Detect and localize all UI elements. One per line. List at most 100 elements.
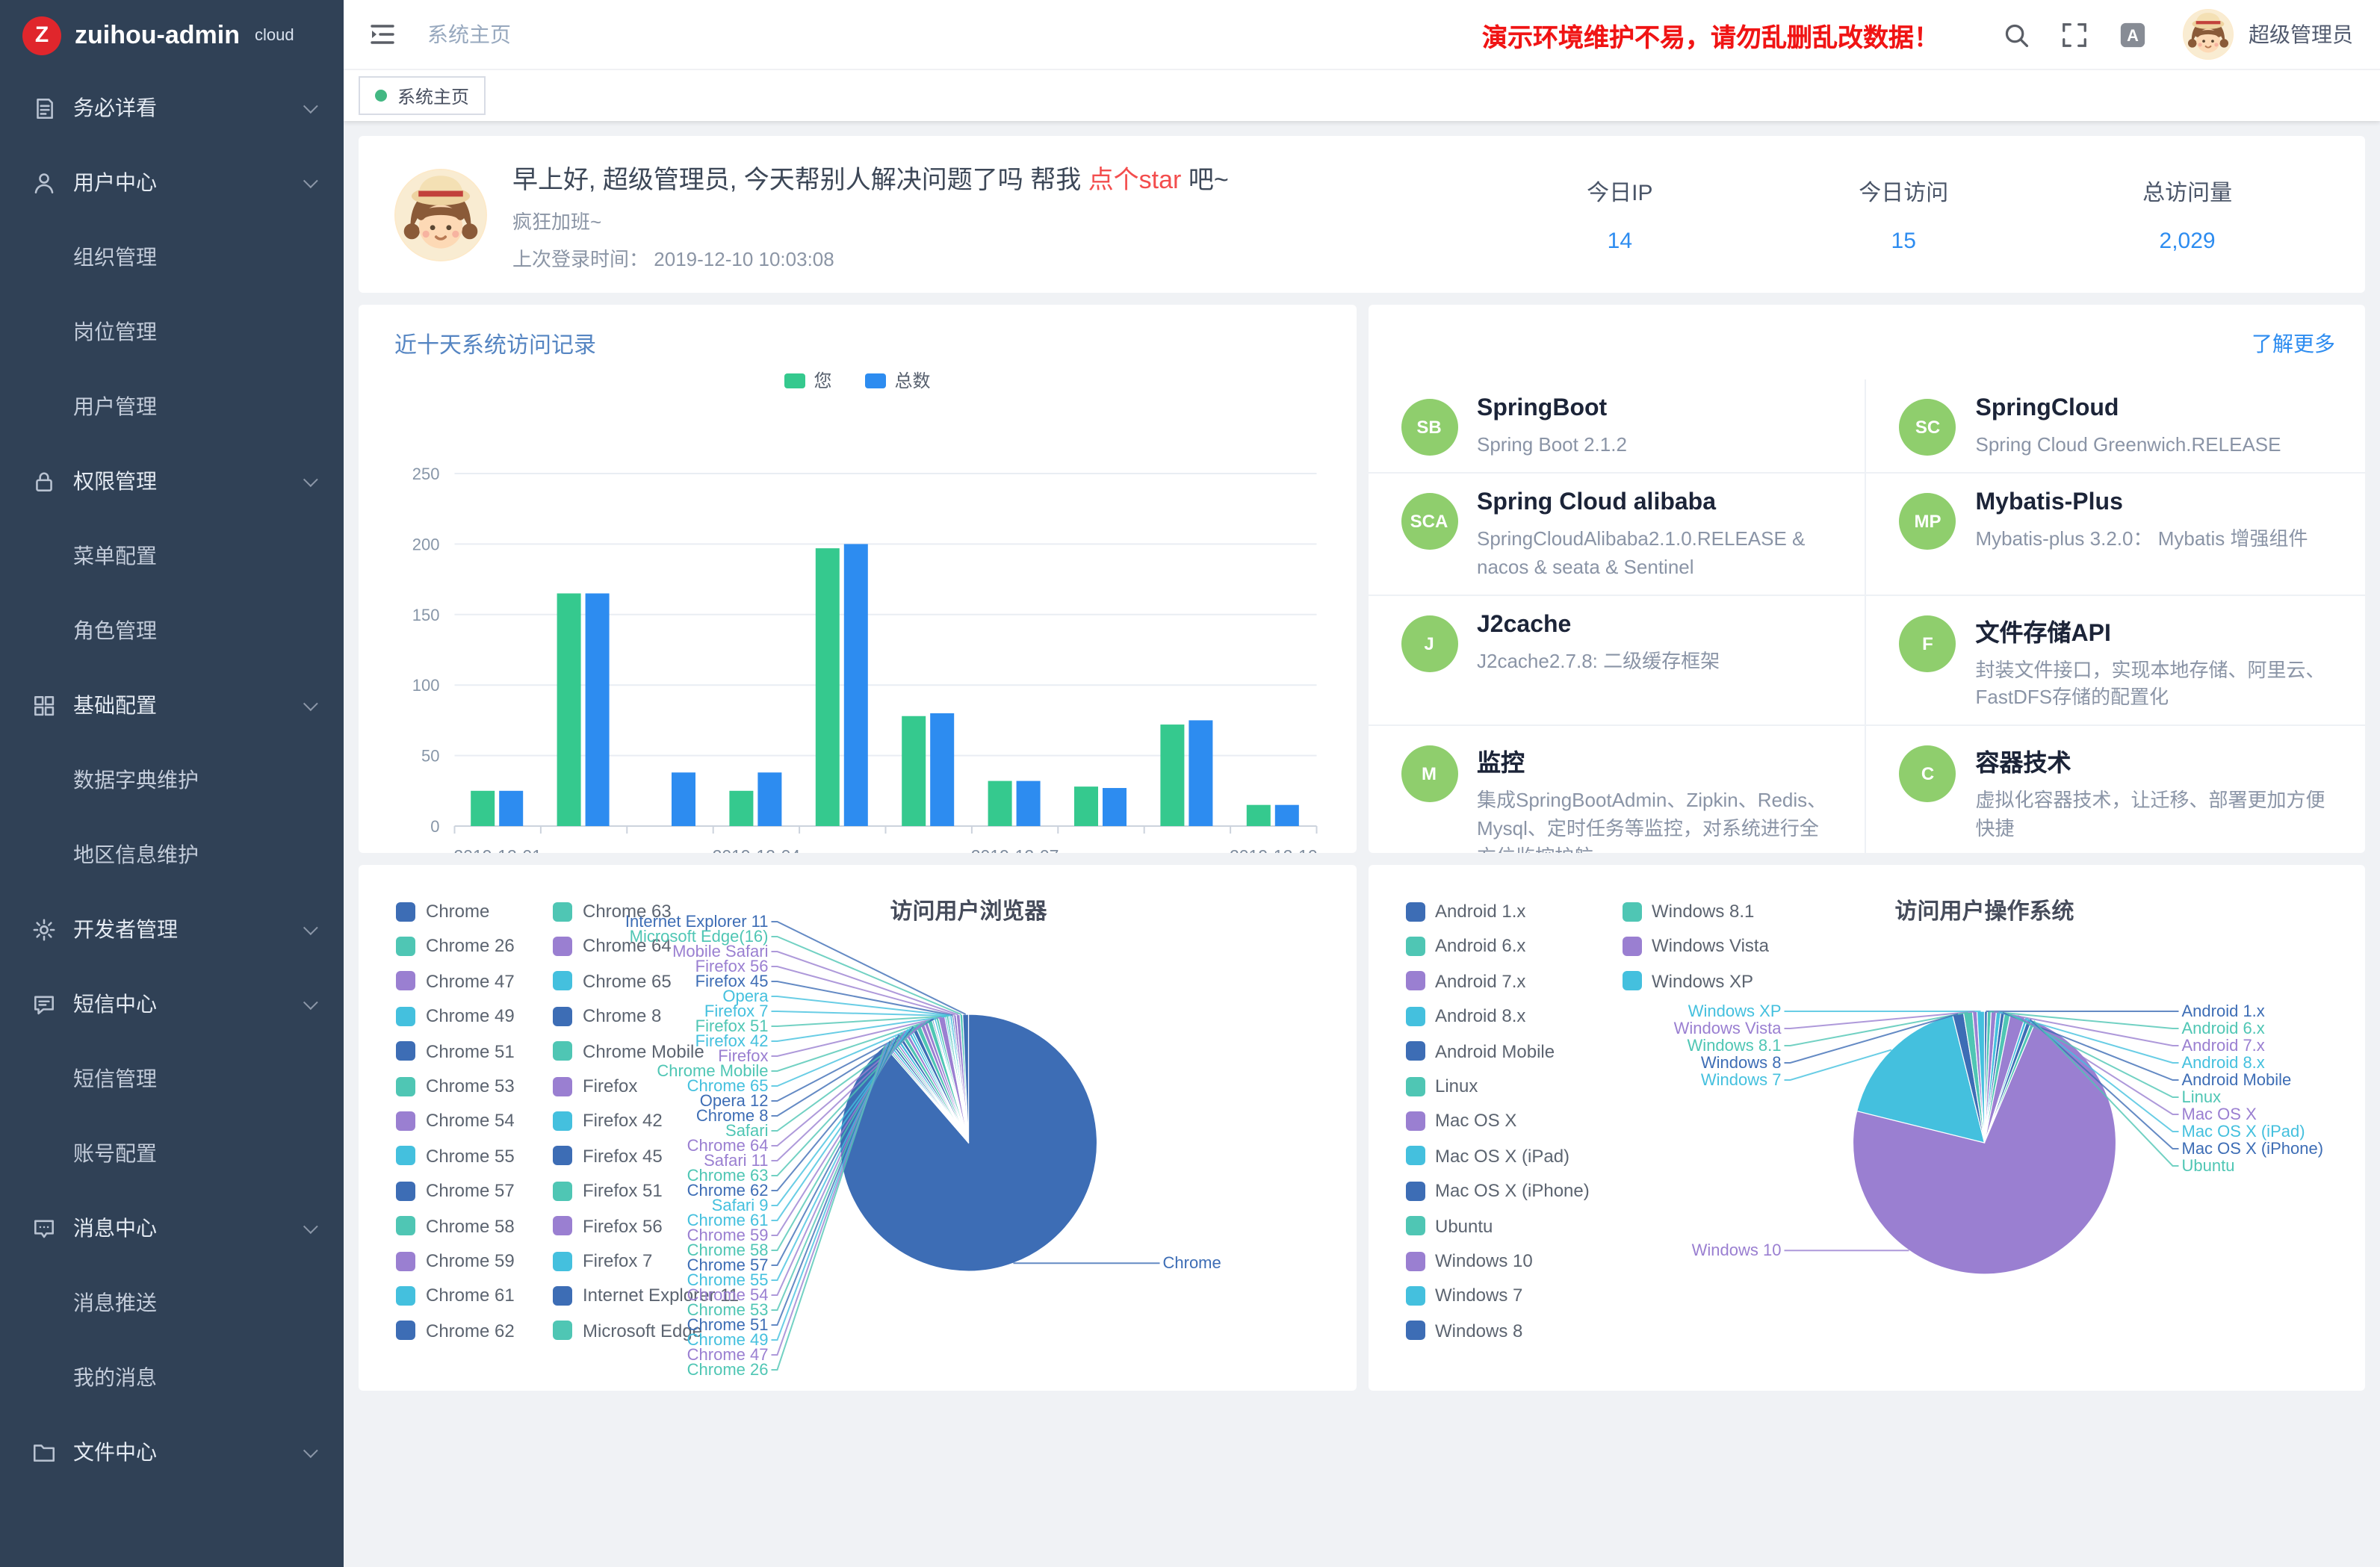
sidebar-subitem[interactable]: 我的消息 xyxy=(0,1340,344,1415)
fullscreen-icon[interactable] xyxy=(2060,20,2089,49)
legend-item[interactable]: Android 1.x xyxy=(1405,901,1525,922)
legend-item[interactable]: Chrome 57 xyxy=(396,1180,515,1201)
legend-item[interactable]: Chrome 51 xyxy=(396,1040,515,1061)
bar-总数[interactable] xyxy=(930,713,954,826)
legend-item[interactable]: Chrome 8 xyxy=(553,1005,661,1026)
bar-您[interactable] xyxy=(729,791,753,826)
sidebar-subitem[interactable]: 角色管理 xyxy=(0,593,344,668)
legend-item[interactable]: Firefox 45 xyxy=(553,1146,663,1167)
stats: 今日IP 14 今日访问 15 总访问量 2,029 xyxy=(1478,176,2329,253)
legend-item[interactable]: Android 6.x xyxy=(1405,936,1525,957)
legend-item[interactable]: Firefox 7 xyxy=(553,1250,652,1271)
legend-item[interactable]: Android 7.x xyxy=(1405,971,1525,992)
legend-item[interactable]: Internet Explorer 11 xyxy=(553,1285,739,1306)
sidebar-subitem[interactable]: 账号配置 xyxy=(0,1116,344,1191)
legend-item[interactable]: Windows Vista xyxy=(1622,936,1769,957)
tech-item: JJ2cacheJ2cache2.7.8: 二级缓存框架 xyxy=(1368,594,1867,724)
legend-item[interactable]: Mac OS X (iPad) xyxy=(1405,1146,1569,1167)
sidebar-subitem[interactable]: 消息推送 xyxy=(0,1265,344,1340)
tech-item: C容器技术虚拟化容器技术，让迁移、部署更加方便快捷 xyxy=(1867,724,2366,853)
bar-您[interactable] xyxy=(816,548,840,826)
sidebar-item-label: 务必详看 xyxy=(73,93,303,122)
sidebar-subitem[interactable]: 地区信息维护 xyxy=(0,817,344,892)
legend-label: Chrome 63 xyxy=(583,901,672,922)
legend-item[interactable]: Mac OS X (iPhone) xyxy=(1405,1180,1590,1201)
legend-item[interactable]: Chrome 55 xyxy=(396,1146,515,1167)
sidebar-item-folder[interactable]: 文件中心 xyxy=(0,1415,344,1489)
sidebar-item-grid[interactable]: 基础配置 xyxy=(0,668,344,742)
breadcrumb[interactable]: 系统主页 xyxy=(427,19,511,49)
legend-item[interactable]: Chrome 59 xyxy=(396,1250,515,1271)
legend-item[interactable]: 总数 xyxy=(865,367,931,393)
bar-您[interactable] xyxy=(902,716,926,826)
legend-item[interactable]: 您 xyxy=(784,367,831,393)
star-link[interactable]: 点个star xyxy=(1088,165,1182,193)
sidebar-subitem[interactable]: 岗位管理 xyxy=(0,294,344,369)
legend-item[interactable]: Chrome 61 xyxy=(396,1285,515,1306)
sidebar-item-doc[interactable]: 务必详看 xyxy=(0,70,344,145)
bar-您[interactable] xyxy=(988,781,1012,826)
legend-item[interactable]: Firefox xyxy=(553,1076,637,1096)
sidebar-item-user[interactable]: 用户中心 xyxy=(0,145,344,220)
legend-item[interactable]: Chrome xyxy=(396,901,489,922)
username[interactable]: 超级管理员 xyxy=(2249,19,2353,49)
legend-item[interactable]: Mac OS X xyxy=(1405,1111,1516,1132)
bar-总数[interactable] xyxy=(1017,781,1041,826)
legend-item[interactable]: Chrome 49 xyxy=(396,1005,515,1026)
bar-总数[interactable] xyxy=(586,593,610,826)
legend-item[interactable]: Windows 8.1 xyxy=(1622,901,1754,922)
bar-总数[interactable] xyxy=(1275,805,1299,826)
tab-home[interactable]: 系统主页 xyxy=(359,76,486,115)
font-size-icon[interactable]: A xyxy=(2119,20,2147,49)
legend-item[interactable]: Chrome 26 xyxy=(396,936,515,957)
legend-item[interactable]: Windows XP xyxy=(1622,971,1753,992)
sidebar-item-gear[interactable]: 开发者管理 xyxy=(0,892,344,966)
sidebar-subitem[interactable]: 数据字典维护 xyxy=(0,742,344,817)
sidebar-subitem[interactable]: 用户管理 xyxy=(0,369,344,444)
legend-item[interactable]: Firefox 51 xyxy=(553,1180,663,1201)
sidebar-item-msg[interactable]: 消息中心 xyxy=(0,1191,344,1265)
legend-label: Windows XP xyxy=(1652,971,1753,992)
menu-fold-icon[interactable] xyxy=(368,19,397,49)
legend-item[interactable]: Android Mobile xyxy=(1405,1040,1555,1061)
search-icon[interactable] xyxy=(2002,20,2030,49)
bar-总数[interactable] xyxy=(1189,720,1212,826)
legend-item[interactable]: Chrome 62 xyxy=(396,1321,515,1341)
legend-item[interactable]: Chrome 53 xyxy=(396,1076,515,1096)
sidebar-item-lock[interactable]: 权限管理 xyxy=(0,444,344,518)
bar-总数[interactable] xyxy=(672,772,695,826)
bar-您[interactable] xyxy=(1247,805,1271,826)
sidebar-subitem[interactable]: 短信管理 xyxy=(0,1041,344,1116)
legend-item[interactable]: Linux xyxy=(1405,1076,1478,1096)
greeting: 早上好, 超级管理员, 今天帮别人解决问题了吗 帮我 点个star 吧~ xyxy=(512,158,1229,195)
legend-item[interactable]: Firefox 56 xyxy=(553,1215,663,1236)
learn-more-link[interactable]: 了解更多 xyxy=(2252,329,2335,359)
legend-item[interactable]: Ubuntu xyxy=(1405,1215,1493,1236)
bar-总数[interactable] xyxy=(844,544,868,826)
legend-item[interactable]: Chrome 65 xyxy=(553,971,672,992)
legend-item[interactable]: Firefox 42 xyxy=(553,1111,663,1132)
app-logo[interactable]: Z zuihou-admin cloud xyxy=(0,0,344,70)
bar-您[interactable] xyxy=(1160,724,1184,826)
legend-item[interactable]: Android 8.x xyxy=(1405,1005,1525,1026)
legend-item[interactable]: Chrome Mobile xyxy=(553,1040,704,1061)
legend-item[interactable]: Windows 7 xyxy=(1405,1285,1522,1306)
legend-item[interactable]: Chrome 58 xyxy=(396,1215,515,1236)
bar-总数[interactable] xyxy=(499,791,523,826)
bar-总数[interactable] xyxy=(757,772,781,826)
bar-您[interactable] xyxy=(471,791,495,826)
legend-item[interactable]: Chrome 47 xyxy=(396,971,515,992)
sidebar-subitem[interactable]: 菜单配置 xyxy=(0,518,344,593)
legend-item[interactable]: Chrome 63 xyxy=(553,901,672,922)
legend-item[interactable]: Windows 10 xyxy=(1405,1250,1533,1271)
sidebar-item-sms[interactable]: 短信中心 xyxy=(0,966,344,1041)
bar-您[interactable] xyxy=(1074,786,1098,826)
sidebar-subitem[interactable]: 组织管理 xyxy=(0,220,344,294)
legend-item[interactable]: Chrome 64 xyxy=(553,936,672,957)
legend-item[interactable]: Windows 8 xyxy=(1405,1321,1522,1341)
bar-总数[interactable] xyxy=(1103,788,1127,826)
user-avatar[interactable] xyxy=(2183,9,2234,60)
legend-item[interactable]: Microsoft Edge xyxy=(553,1321,702,1341)
legend-item[interactable]: Chrome 54 xyxy=(396,1111,515,1132)
bar-您[interactable] xyxy=(557,593,581,826)
